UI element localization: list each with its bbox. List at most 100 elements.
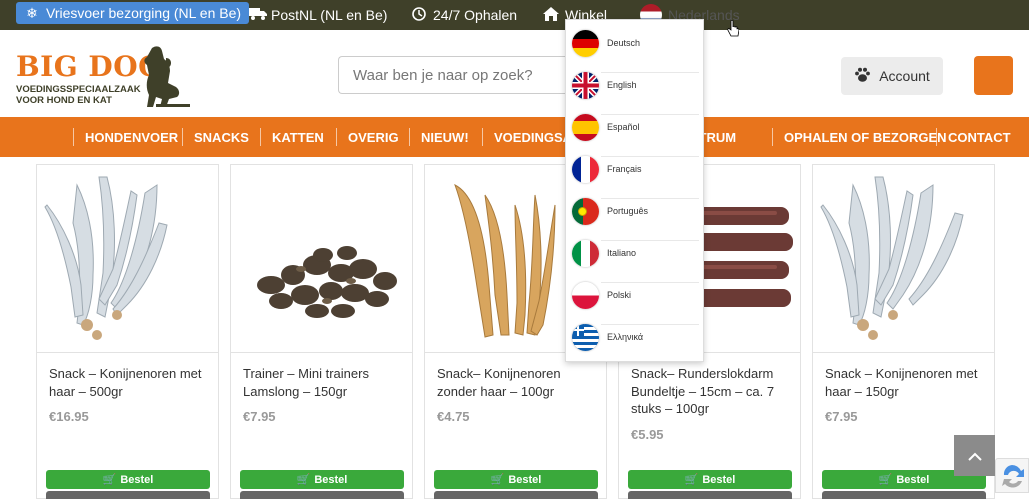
- language-option-label: Português: [607, 206, 649, 216]
- product-title[interactable]: Snack– Runderslokdarm Bundeltje – 15cm –…: [631, 365, 791, 418]
- poland-flag-icon: [572, 281, 599, 309]
- product-card[interactable]: Trainer – Mini trainers Lamslong – 150gr…: [230, 164, 413, 499]
- logo-subtitle-line1: VOEDINGSSPECIAALZAAK: [16, 84, 141, 95]
- product-image[interactable]: [813, 165, 994, 353]
- order-label: Bestel: [508, 473, 542, 486]
- postnl-label: PostNL (NL en Be): [271, 7, 388, 23]
- product-price: €4.75: [437, 409, 470, 424]
- secondary-button[interactable]: [434, 491, 598, 499]
- order-button[interactable]: 🛒 Bestel: [434, 470, 598, 489]
- spain-flag-icon: [572, 113, 599, 141]
- product-image[interactable]: [37, 165, 218, 353]
- scroll-to-top-button[interactable]: [954, 435, 995, 476]
- nav-item-snacks[interactable]: SNACKS: [194, 117, 249, 157]
- cart-icon: 🛒: [490, 474, 505, 486]
- truck-icon: [249, 7, 267, 23]
- secondary-button[interactable]: [628, 491, 792, 499]
- account-button[interactable]: Account: [841, 57, 943, 95]
- freeze-delivery-badge[interactable]: ❄ Vriesvoer bezorging (NL en Be): [16, 2, 250, 24]
- nav-divider: [409, 128, 410, 146]
- product-price: €7.95: [825, 409, 858, 424]
- mouse-cursor-icon: [727, 19, 740, 43]
- order-button[interactable]: 🛒 Bestel: [240, 470, 404, 489]
- language-option-portugues[interactable]: Português: [566, 190, 705, 232]
- nav-divider: [260, 128, 261, 146]
- secondary-button[interactable]: [822, 491, 986, 499]
- product-title[interactable]: Trainer – Mini trainers Lamslong – 150gr: [243, 365, 403, 400]
- secondary-button[interactable]: [46, 491, 210, 499]
- language-option-label: Italiano: [607, 248, 637, 258]
- product-title[interactable]: Snack – Konijnenoren met haar – 500gr: [49, 365, 209, 400]
- order-label: Bestel: [314, 473, 348, 486]
- nav-divider: [182, 128, 183, 146]
- portugal-flag-icon: [572, 197, 599, 225]
- nav-item-katten[interactable]: KATTEN: [272, 117, 324, 157]
- language-option-espanol[interactable]: Español: [566, 106, 705, 148]
- italy-flag-icon: [572, 239, 599, 267]
- product-image[interactable]: [231, 165, 412, 353]
- logo-subtitle-line2: VOOR HOND EN KAT: [16, 95, 112, 106]
- product-card[interactable]: Snack – Konijnenoren met haar – 500gr €1…: [36, 164, 219, 499]
- site-logo[interactable]: BIG DOG VOEDINGSSPECIAALZAAK VOOR HOND E…: [16, 44, 190, 110]
- language-option-italiano[interactable]: Italiano: [566, 232, 705, 274]
- home-icon: [543, 6, 559, 24]
- language-option-francais[interactable]: Français: [566, 148, 705, 190]
- recaptcha-badge[interactable]: [995, 458, 1029, 493]
- language-option-label: Ελληνικά: [607, 332, 644, 342]
- postnl-link[interactable]: PostNL (NL en Be): [249, 0, 387, 30]
- nav-divider: [936, 128, 937, 146]
- nav-divider: [336, 128, 337, 146]
- paw-icon: [854, 67, 871, 86]
- order-label: Bestel: [702, 473, 736, 486]
- recaptcha-icon: [1002, 465, 1024, 488]
- cart-icon: 🛒: [296, 474, 311, 486]
- language-dropdown: Deutsch English Español Français Portugu…: [565, 19, 704, 362]
- germany-flag-icon: [572, 29, 599, 57]
- cart-icon: 🛒: [102, 474, 117, 486]
- order-label: Bestel: [896, 473, 930, 486]
- greece-flag-icon: [572, 323, 599, 351]
- language-option-label: Deutsch: [607, 38, 641, 48]
- clock-icon: [411, 6, 427, 24]
- search-placeholder: Waar ben je naar op zoek?: [353, 66, 533, 84]
- product-price: €5.95: [631, 427, 664, 442]
- search-input[interactable]: Waar ben je naar op zoek?: [338, 56, 568, 94]
- language-option-label: English: [607, 80, 637, 90]
- logo-subtitle: VOEDINGSSPECIAALZAAK VOOR HOND EN KAT: [16, 84, 141, 106]
- nav-item-hondenvoer[interactable]: HONDENVOER: [85, 117, 178, 157]
- nav-item-overig[interactable]: OVERIG: [348, 117, 399, 157]
- language-option-label: Polski: [607, 290, 632, 300]
- language-option-label: Español: [607, 122, 640, 132]
- cart-button[interactable]: [974, 56, 1013, 95]
- nav-divider: [73, 128, 74, 146]
- cart-icon: 🛒: [878, 474, 893, 486]
- pickup-label: 24/7 Ophalen: [433, 7, 518, 23]
- language-option-greek[interactable]: Ελληνικά: [566, 316, 705, 358]
- header: BIG DOG VOEDINGSSPECIAALZAAK VOOR HOND E…: [0, 30, 1029, 116]
- main-nav: HONDENVOER SNACKS KATTEN OVERIG NIEUW! V…: [0, 117, 1029, 157]
- nav-divider: [772, 128, 773, 146]
- top-bar: ❄ Vriesvoer bezorging (NL en Be) PostNL …: [0, 0, 1029, 30]
- dog-logo-icon: [144, 46, 190, 107]
- language-option-deutsch[interactable]: Deutsch: [566, 22, 705, 64]
- language-option-english[interactable]: English: [566, 64, 705, 106]
- order-button[interactable]: 🛒 Bestel: [46, 470, 210, 489]
- chevron-up-icon: [967, 448, 982, 464]
- freeze-delivery-label: Vriesvoer bezorging (NL en Be): [46, 5, 242, 21]
- nav-item-contact[interactable]: CONTACT: [948, 117, 1011, 157]
- france-flag-icon: [572, 155, 599, 183]
- product-title[interactable]: Snack– Konijnenoren zonder haar – 100gr: [437, 365, 597, 400]
- uk-flag-icon: [572, 71, 599, 99]
- nav-item-ophalen-of-bezorgen[interactable]: OPHALEN OF BEZORGEN: [784, 117, 947, 157]
- secondary-button[interactable]: [240, 491, 404, 499]
- language-option-polski[interactable]: Polski: [566, 274, 705, 316]
- nav-divider: [482, 128, 483, 146]
- pickup-link[interactable]: 24/7 Ophalen: [411, 0, 517, 30]
- language-option-label: Français: [607, 164, 642, 174]
- account-label: Account: [879, 68, 930, 84]
- product-price: €7.95: [243, 409, 276, 424]
- product-price: €16.95: [49, 409, 89, 424]
- order-button[interactable]: 🛒 Bestel: [628, 470, 792, 489]
- nav-item-nieuw[interactable]: NIEUW!: [421, 117, 469, 157]
- product-title[interactable]: Snack – Konijnenoren met haar – 150gr: [825, 365, 985, 400]
